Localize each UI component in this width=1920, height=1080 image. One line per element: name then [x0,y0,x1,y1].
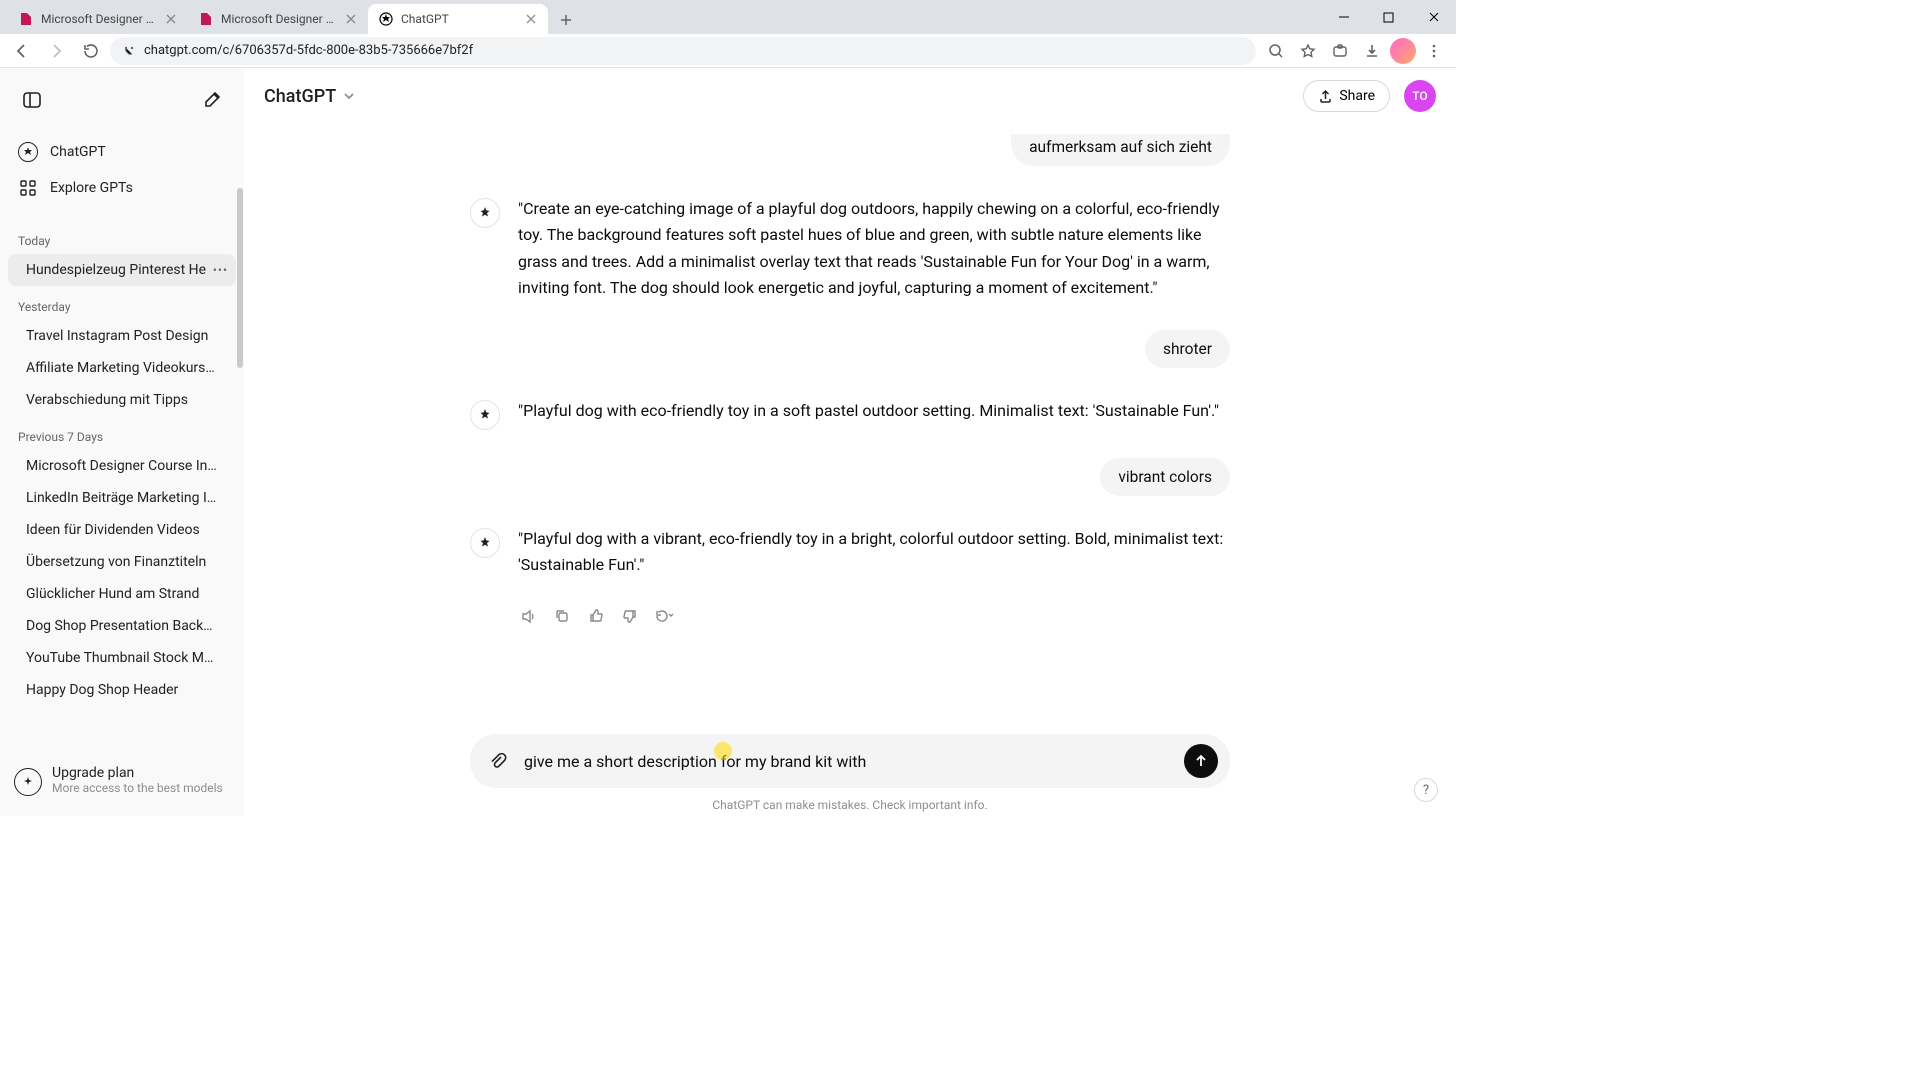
chat-history-item[interactable]: Happy Dog Shop Header [8,674,236,706]
upload-icon [1318,89,1333,104]
chatgpt-icon [18,142,38,162]
tab-title: Microsoft Designer - Stunning [41,12,157,26]
nav-label: ChatGPT [50,144,106,160]
section-header: Yesterday [0,296,244,318]
extensions-icon[interactable] [1326,37,1354,65]
message-text: "Create an eye-catching image of a playf… [518,196,1230,302]
nav-explore-gpts[interactable]: Explore GPTs [8,170,236,206]
close-icon[interactable] [524,12,538,26]
chat-history-item[interactable]: Glücklicher Hund am Strand [8,578,236,610]
read-aloud-button[interactable] [518,606,538,626]
help-button[interactable]: ? [1414,778,1438,802]
section-header: Today [0,230,244,252]
zoom-icon[interactable] [1262,37,1290,65]
message-text: "Playful dog with eco-friendly toy in a … [518,398,1219,430]
copy-button[interactable] [552,606,572,626]
browser-tab[interactable]: Microsoft Designer - Stunning [188,4,368,34]
browser-address-bar: chatgpt.com/c/6706357d-5fdc-800e-83b5-73… [0,34,1456,68]
message-text: vibrant colors [1100,458,1230,496]
chat-history-item[interactable]: Affiliate Marketing Videokurs O [8,352,236,384]
send-button[interactable] [1184,744,1218,778]
chat-history-item[interactable]: Microsoft Designer Course Intro [8,450,236,482]
chat-history-item[interactable]: Ideen für Dividenden Videos [8,514,236,546]
user-message: shroter [470,330,1230,368]
message-text: aufmerksam auf sich zieht [1011,134,1230,166]
url-text: chatgpt.com/c/6706357d-5fdc-800e-83b5-73… [144,43,473,58]
disclaimer-text: ChatGPT can make mistakes. Check importa… [244,798,1456,816]
reload-button[interactable] [76,37,104,65]
chat-history-item[interactable]: Hundespielzeug Pinterest He [8,254,236,286]
upgrade-subtitle: More access to the best models [52,781,223,795]
sidebar: ChatGPT Explore GPTs Today Hundespielzeu… [0,68,244,816]
message-text: "Playful dog with a vibrant, eco-friendl… [518,526,1230,579]
thumbs-down-button[interactable] [620,606,640,626]
new-tab-button[interactable] [552,6,580,34]
new-chat-button[interactable] [194,82,230,118]
assistant-message: "Playful dog with eco-friendly toy in a … [470,398,1230,430]
chat-history-item[interactable]: LinkedIn Beiträge Marketing Ide [8,482,236,514]
tab-title: Microsoft Designer - Stunning [221,12,337,26]
tab-favicon [198,11,214,27]
model-picker[interactable]: ChatGPT [264,86,356,107]
thumbs-up-button[interactable] [586,606,606,626]
close-icon[interactable] [164,12,178,26]
upgrade-plan-button[interactable]: Upgrade plan More access to the best mod… [0,755,244,806]
user-message: aufmerksam auf sich zieht [470,134,1230,166]
grid-icon [18,178,38,198]
chat-thread: aufmerksam auf sich zieht "Create an eye… [244,124,1456,734]
browser-tab[interactable]: Microsoft Designer - Stunning [8,4,188,34]
tab-favicon [18,11,34,27]
url-box[interactable]: chatgpt.com/c/6706357d-5fdc-800e-83b5-73… [110,37,1256,65]
assistant-message: "Playful dog with a vibrant, eco-friendl… [470,526,1230,579]
tab-favicon [378,11,394,27]
chat-history-item[interactable]: Dog Shop Presentation Backgro [8,610,236,642]
window-close-button[interactable] [1411,0,1456,34]
section-header: Previous 7 Days [0,426,244,448]
window-minimize-button[interactable] [1321,0,1366,34]
browser-tab-bar: Microsoft Designer - Stunning Microsoft … [0,0,1456,34]
regenerate-button[interactable] [654,606,674,626]
chevron-down-icon [342,89,356,103]
chat-history-item[interactable]: Übersetzung von Finanztiteln [8,546,236,578]
chatgpt-icon [470,400,500,430]
assistant-message: "Create an eye-catching image of a playf… [470,196,1230,302]
downloads-icon[interactable] [1358,37,1386,65]
message-actions [518,606,1230,626]
sidebar-scrollbar[interactable] [236,128,244,688]
window-maximize-button[interactable] [1366,0,1411,34]
chatgpt-icon [470,198,500,228]
chat-history-item[interactable]: YouTube Thumbnail Stock Marke [8,642,236,674]
chatgpt-icon [470,528,500,558]
forward-button[interactable] [42,37,70,65]
window-controls [1321,0,1456,34]
profile-avatar[interactable] [1390,38,1416,64]
upgrade-title: Upgrade plan [52,765,223,781]
tab-title: ChatGPT [401,12,517,26]
main-content: ChatGPT Share TO aufmerksam auf sich zie… [244,68,1456,816]
user-avatar[interactable]: TO [1404,80,1436,112]
chat-history-item[interactable]: Travel Instagram Post Design [8,320,236,352]
chat-history-item[interactable]: Verabschiedung mit Tipps [8,384,236,416]
message-input[interactable] [524,752,1174,771]
back-button[interactable] [8,37,36,65]
user-message: vibrant colors [470,458,1230,496]
browser-tab-active[interactable]: ChatGPT [368,4,548,34]
nav-chatgpt[interactable]: ChatGPT [8,134,236,170]
topbar: ChatGPT Share TO [244,68,1456,124]
site-info-icon[interactable] [122,44,136,58]
model-label: ChatGPT [264,86,336,107]
share-button[interactable]: Share [1303,80,1390,112]
share-label: Share [1339,88,1375,104]
message-text: shroter [1145,330,1230,368]
sparkle-icon [14,768,42,796]
nav-label: Explore GPTs [50,180,133,196]
menu-icon[interactable] [1420,37,1448,65]
bookmark-icon[interactable] [1294,37,1322,65]
composer [470,734,1230,788]
close-icon[interactable] [344,12,358,26]
attach-button[interactable] [482,745,514,777]
collapse-sidebar-button[interactable] [14,82,50,118]
